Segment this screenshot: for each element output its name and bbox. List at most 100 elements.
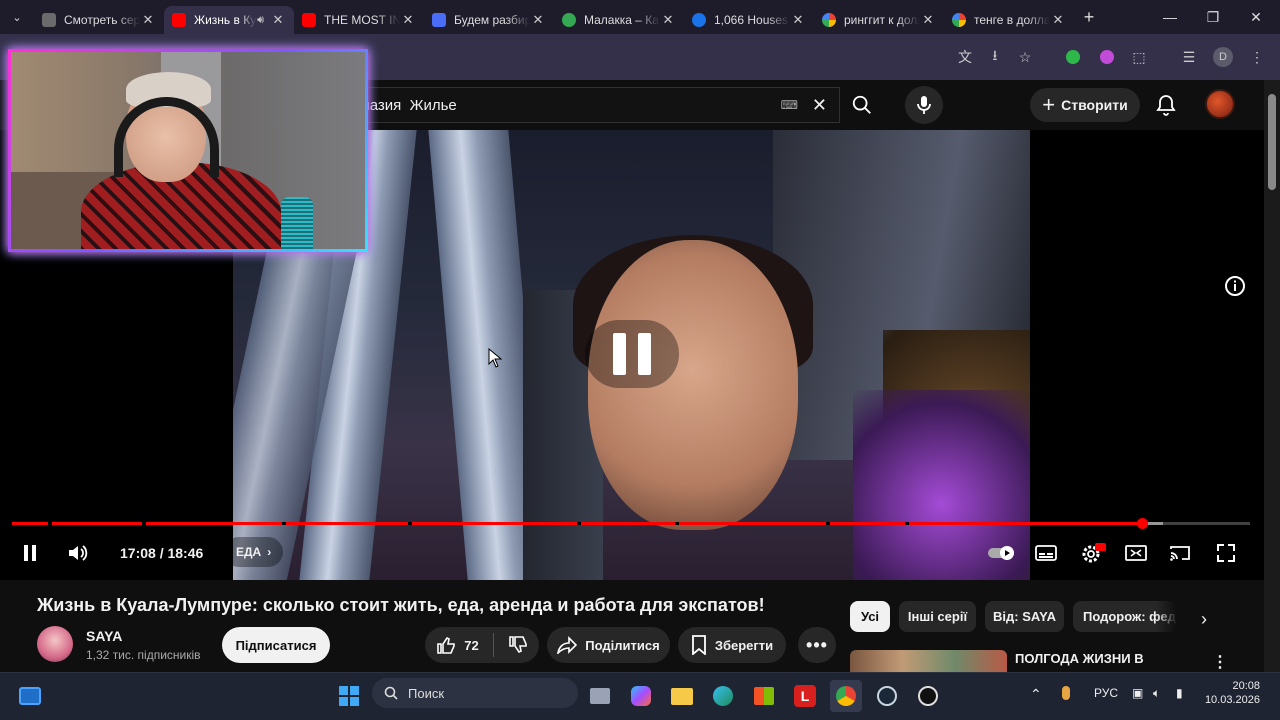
search-icon [852,95,871,114]
more-actions-button[interactable]: ••• [798,627,836,663]
close-tab-icon[interactable]: ✕ [660,12,676,28]
thumbs-down-icon[interactable] [508,635,528,655]
browser-tab[interactable]: THE MOST INSANE✕ [294,6,424,34]
cast-button[interactable] [1168,540,1192,566]
browser-tab[interactable]: 1,066 Houses ✕ [684,6,814,34]
browser-tab[interactable]: Малакка – Карты✕ [554,6,684,34]
close-tab-icon[interactable]: ✕ [270,12,286,28]
scrubber-handle[interactable] [1137,518,1149,529]
restore-button[interactable]: ❐ [1191,0,1235,34]
browser-tab[interactable]: Будем разбираться✕ [424,6,554,34]
taskbar-search[interactable]: Поиск [372,678,578,708]
voice-search-button[interactable] [905,86,943,124]
edge-icon[interactable] [707,680,739,712]
account-avatar[interactable] [1205,89,1235,119]
settings-button[interactable] [1078,540,1108,566]
profile-avatar[interactable]: D [1212,46,1234,68]
info-icon[interactable] [1224,275,1246,297]
subscribe-button[interactable]: Підписатися [222,627,330,663]
keyboard-icon[interactable]: ⌨ [781,98,798,112]
extensions-puzzle-icon[interactable]: ⬚ [1128,46,1150,68]
save-button[interactable]: Зберегти [678,627,786,663]
browser-tab[interactable]: Жизнь в Куала🔊︎ ✕ [164,6,294,34]
speaker-icon[interactable]: 🔈︎ [1153,686,1160,701]
file-explorer-icon[interactable] [666,680,698,712]
task-view-icon[interactable] [584,680,616,712]
network-icon[interactable]: ▣ [1132,686,1143,700]
media-control-icon[interactable]: ☰ [1178,46,1200,68]
widgets-icon[interactable] [14,680,46,712]
close-tab-icon[interactable]: ✕ [1050,12,1066,28]
tray-chevron-icon[interactable]: ⌃ [1030,686,1042,703]
tab-search-chevron-icon[interactable]: ⌄ [0,0,34,34]
windows-start-icon[interactable] [333,680,365,712]
scrollbar-thumb[interactable] [1268,94,1276,190]
browser-tab[interactable]: ринггит к доллару✕ [814,6,944,34]
browser-menu-icon[interactable]: ⋮ [1246,46,1268,68]
chevron-right-icon[interactable]: › [1190,605,1218,633]
close-window-button[interactable]: ✕ [1234,0,1278,34]
close-tab-icon[interactable]: ✕ [400,12,416,28]
obs-icon[interactable] [912,680,944,712]
mic-tray-icon[interactable] [1062,686,1070,700]
battery-icon[interactable]: ▮ [1176,686,1183,700]
taskbar-clock[interactable]: 20:08 10.03.2026 [1204,679,1260,707]
recommended-title[interactable]: ПОЛГОДА ЖИЗНИ В [1015,651,1144,666]
recommended-more-icon[interactable]: ⋮ [1212,652,1228,672]
steam-icon[interactable] [871,680,903,712]
page-scrollbar[interactable] [1264,80,1280,672]
browser-tab[interactable]: Смотреть сериалы✕ [34,6,164,34]
chip-travel[interactable]: Подорож: федерація [1073,601,1177,632]
search-input[interactable]: лазия Жилье ⌨ ✕ [340,87,840,123]
recommended-thumbnail[interactable] [850,650,1007,672]
chip-other-series[interactable]: Інші серії [899,601,976,632]
search-button[interactable] [840,87,884,123]
chip-all[interactable]: Усі [850,601,890,632]
volume-button[interactable] [66,540,92,566]
channel-avatar[interactable] [37,626,73,662]
chapter-gap [142,522,146,525]
chapter-button[interactable]: ЕДА › [224,537,284,567]
tab-title: THE MOST INSANE [324,13,400,27]
chip-from-channel[interactable]: Від: SAYA [985,601,1064,632]
audio-playing-icon[interactable]: 🔊︎ [257,14,264,27]
clear-search-icon[interactable]: ✕ [812,95,827,116]
progress-bar[interactable] [12,518,1250,529]
install-app-icon[interactable]: ⭳ [984,46,1006,68]
clock-date: 10.03.2026 [1204,694,1260,706]
chrome-icon[interactable] [830,680,862,712]
music-extension-icon[interactable] [1096,46,1118,68]
autoplay-toggle[interactable] [986,540,1018,566]
l-app-icon[interactable]: L [789,680,821,712]
r-icon [432,13,446,27]
minimize-button[interactable]: — [1148,0,1192,34]
extension-chat-icon[interactable] [1062,46,1084,68]
subtitles-button[interactable] [1034,540,1058,566]
like-button[interactable]: 72 [436,635,479,655]
close-tab-icon[interactable]: ✕ [920,12,936,28]
close-tab-icon[interactable]: ✕ [140,12,156,28]
notifications-bell-icon[interactable] [1153,92,1179,118]
create-button[interactable]: + Створити [1030,88,1140,122]
language-indicator[interactable]: РУС [1094,686,1118,700]
like-dislike-group: 72 [425,627,539,663]
copilot-icon[interactable] [625,680,657,712]
share-button[interactable]: Поділитися [547,627,670,663]
chevron-right-icon: › [267,545,272,559]
bookmark-star-icon[interactable]: ☆ [1014,46,1036,68]
chapter-title: ЕДА [236,545,262,559]
close-tab-icon[interactable]: ✕ [530,12,546,28]
translate-icon[interactable]: 文 [954,46,976,68]
close-tab-icon[interactable]: ✕ [790,12,806,28]
miniplayer-button[interactable] [1124,540,1148,566]
time-display: 17:08 / 18:46 [120,545,203,561]
center-pause-icon[interactable] [585,320,679,388]
new-tab-button[interactable]: + [1074,7,1104,28]
fullscreen-button[interactable] [1214,540,1238,566]
pause-button[interactable] [18,540,42,566]
store-icon[interactable] [748,680,780,712]
maps-icon [562,13,576,27]
tab-title: Малакка – Карты [584,13,660,27]
browser-tab[interactable]: тенге в доллары✕ [944,6,1074,34]
channel-name[interactable]: SAYA [86,628,122,644]
